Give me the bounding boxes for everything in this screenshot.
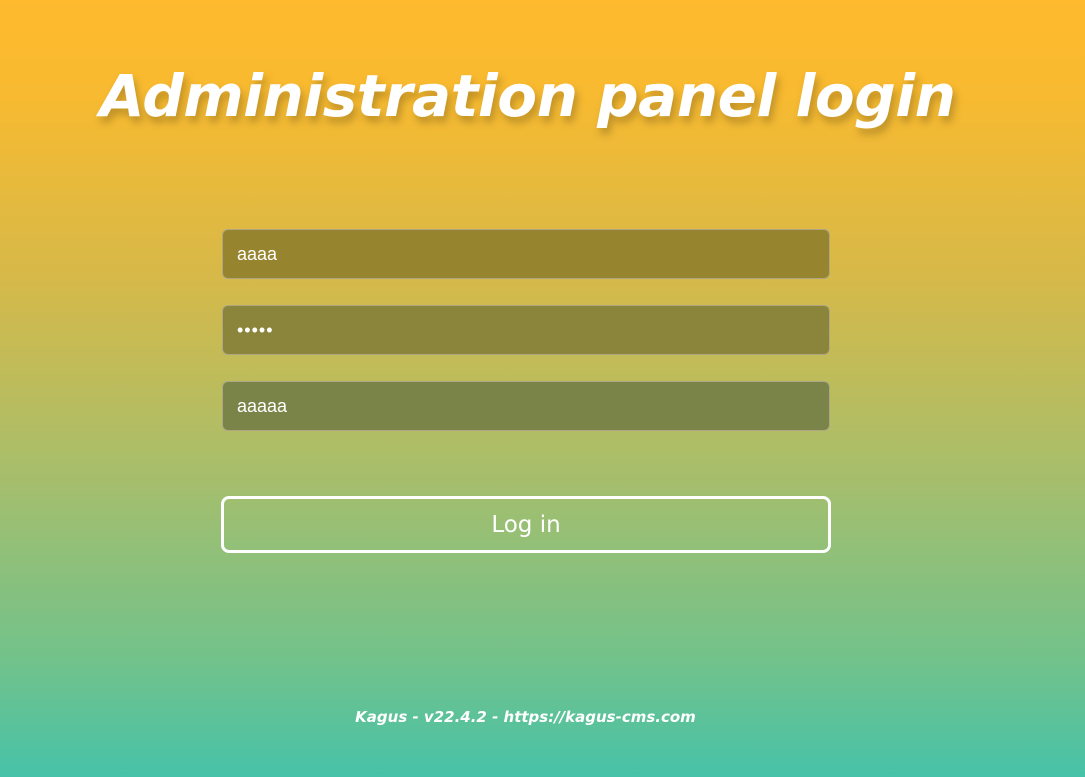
password-input[interactable] xyxy=(222,305,830,355)
code-input[interactable] xyxy=(222,381,830,431)
footer-version-text: Kagus - v22.4.2 - https://kagus-cms.com xyxy=(355,708,696,726)
page-title: Administration panel login xyxy=(99,62,956,130)
login-button[interactable]: Log in xyxy=(221,496,831,553)
username-input[interactable] xyxy=(222,229,830,279)
